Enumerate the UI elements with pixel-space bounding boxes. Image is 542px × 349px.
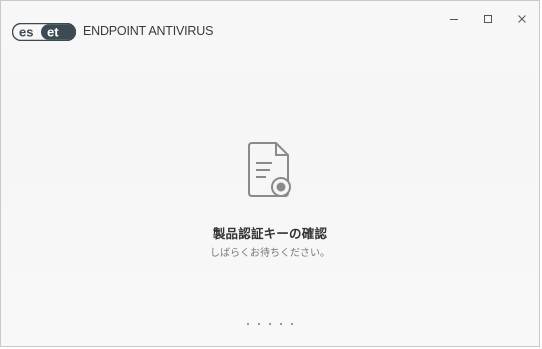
loading-indicator bbox=[1, 323, 539, 325]
maximize-button[interactable] bbox=[471, 7, 505, 31]
eset-logo: es et eset bbox=[12, 23, 76, 41]
maximize-icon bbox=[484, 15, 492, 23]
product-name: ENDPOINT ANTIVIRUS bbox=[83, 24, 214, 38]
status-subtitle: しばらくお待ちください。 bbox=[210, 248, 330, 259]
minimize-icon bbox=[450, 19, 458, 20]
loading-dot bbox=[280, 323, 282, 325]
status-title: 製品認証キーの確認 bbox=[212, 226, 328, 241]
title-bar[interactable]: es et eset ENDPOINT ANTIVIRUS bbox=[1, 1, 539, 47]
loading-dot bbox=[291, 323, 293, 325]
loading-dot bbox=[247, 323, 249, 325]
certificate-document-icon bbox=[248, 142, 291, 197]
app-window: es et eset ENDPOINT ANTIVIRUS bbox=[0, 0, 540, 347]
svg-text:es: es bbox=[19, 25, 33, 40]
window-controls bbox=[437, 7, 539, 31]
loading-dot bbox=[258, 323, 260, 325]
eset-logo-icon: es et bbox=[12, 23, 76, 41]
minimize-button[interactable] bbox=[437, 7, 471, 31]
svg-text:et: et bbox=[47, 25, 59, 40]
status-panel: 製品認証キーの確認 しばらくお待ちください。 bbox=[1, 141, 539, 259]
close-icon bbox=[518, 15, 526, 23]
close-button[interactable] bbox=[505, 7, 539, 31]
loading-dot bbox=[269, 323, 271, 325]
